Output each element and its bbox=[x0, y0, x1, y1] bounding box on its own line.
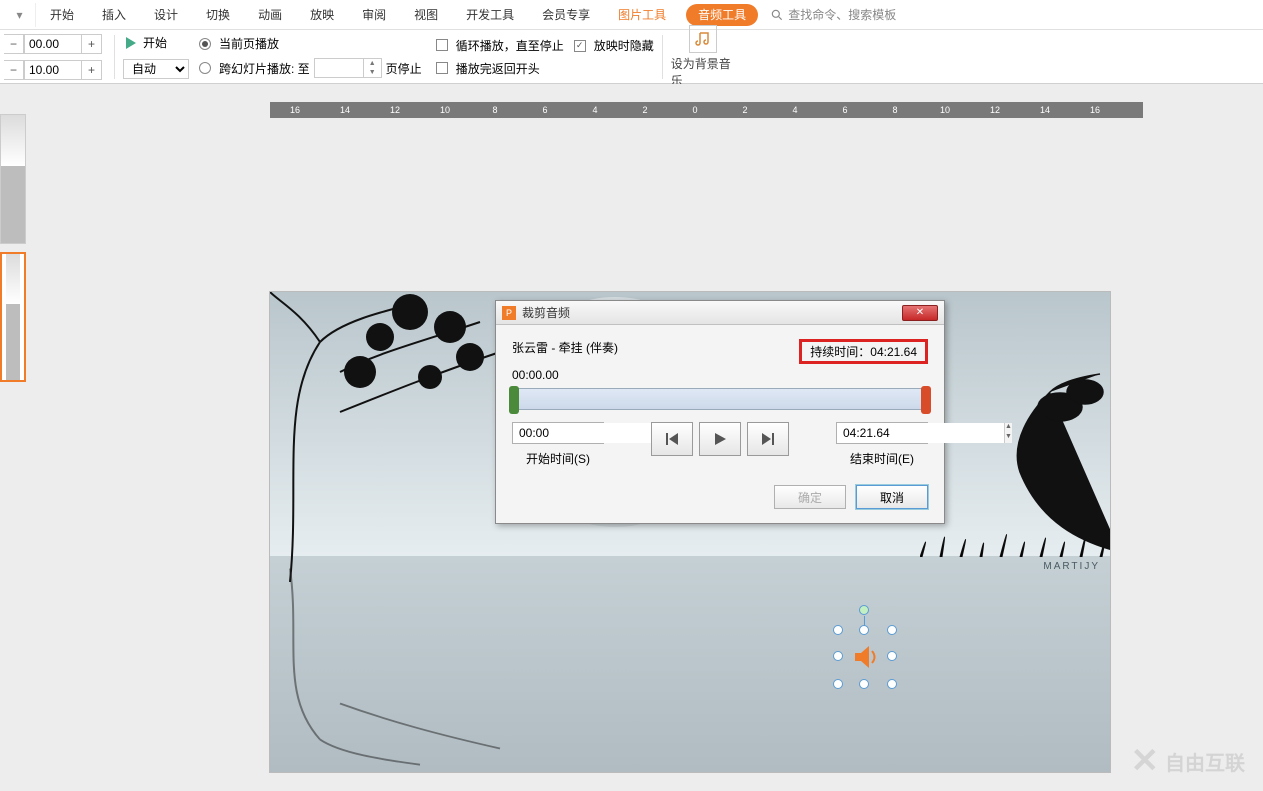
opt-current-page[interactable]: 当前页播放 bbox=[199, 35, 422, 52]
slide-thumbnails bbox=[0, 84, 30, 791]
rotate-handle[interactable] bbox=[859, 605, 869, 615]
fade-out-spinner[interactable]: −+ bbox=[4, 60, 102, 80]
play-start-button[interactable]: 开始 bbox=[123, 34, 189, 51]
dialog-title: 裁剪音频 bbox=[522, 304, 902, 321]
tab-review[interactable]: 审阅 bbox=[348, 0, 400, 30]
end-time-input[interactable]: ▲▼ bbox=[836, 422, 928, 444]
thumb-2[interactable] bbox=[0, 252, 26, 382]
music-note-icon bbox=[689, 25, 717, 53]
track-name: 张云雷 - 牵挂 (伴奏) bbox=[512, 339, 618, 364]
resize-handle[interactable] bbox=[887, 679, 897, 689]
tab-slideshow[interactable]: 放映 bbox=[296, 0, 348, 30]
end-time-label: 结束时间(E) bbox=[850, 450, 914, 467]
tab-view[interactable]: 视图 bbox=[400, 0, 452, 30]
start-time-label: 开始时间(S) bbox=[526, 450, 590, 467]
chk-hide[interactable]: ✓放映时隐藏 bbox=[574, 37, 654, 54]
prev-frame-button[interactable] bbox=[651, 422, 693, 456]
tab-insert[interactable]: 插入 bbox=[88, 0, 140, 30]
watermark-icon: ✕ bbox=[1131, 741, 1160, 781]
cancel-button[interactable]: 取消 bbox=[856, 485, 928, 509]
tree-reflection bbox=[270, 569, 520, 773]
close-button[interactable]: ✕ bbox=[902, 305, 938, 321]
start-time-input[interactable]: ▲▼ bbox=[512, 422, 604, 444]
resize-handle[interactable] bbox=[833, 651, 843, 661]
speaker-icon bbox=[849, 641, 881, 673]
tab-start[interactable]: 开始 bbox=[36, 0, 88, 30]
play-button[interactable] bbox=[699, 422, 741, 456]
ok-button[interactable]: 确定 bbox=[774, 485, 846, 509]
slide-watermark: MARTIJY bbox=[1043, 561, 1100, 572]
tree-right bbox=[920, 372, 1110, 572]
page-watermark: ✕ 自由互联 bbox=[1131, 741, 1246, 781]
audio-timeline[interactable] bbox=[512, 388, 928, 410]
set-bg-music-button[interactable]: 设为背景音乐 bbox=[671, 25, 735, 89]
tab-dev[interactable]: 开发工具 bbox=[452, 0, 528, 30]
dialog-titlebar[interactable]: P 裁剪音频 ✕ bbox=[496, 301, 944, 325]
fade-in-spinner[interactable]: −+ bbox=[4, 34, 102, 54]
search-icon bbox=[770, 8, 784, 22]
current-position: 00:00.00 bbox=[512, 368, 928, 382]
menu-bar: ▾ 开始 插入 设计 切换 动画 放映 审阅 视图 开发工具 会员专享 图片工具… bbox=[0, 0, 1263, 30]
tab-design[interactable]: 设计 bbox=[140, 0, 192, 30]
app-menu-dropdown[interactable]: ▾ bbox=[4, 3, 36, 27]
tab-transition[interactable]: 切换 bbox=[192, 0, 244, 30]
play-mode-select[interactable]: 自动 bbox=[123, 59, 189, 79]
resize-handle[interactable] bbox=[859, 679, 869, 689]
cross-slide-count[interactable]: ▲▼ bbox=[314, 58, 382, 78]
duration-label: 持续时间：04:21.64 bbox=[799, 339, 928, 364]
trim-start-handle[interactable] bbox=[509, 386, 519, 414]
tab-audio-tools[interactable]: 音频工具 bbox=[686, 4, 758, 26]
search-placeholder: 查找命令、搜索模板 bbox=[788, 6, 896, 23]
opt-cross-slide[interactable]: 跨幻灯片播放: 至 ▲▼ 页停止 bbox=[199, 58, 422, 78]
tab-vip[interactable]: 会员专享 bbox=[528, 0, 604, 30]
tree-left bbox=[270, 292, 520, 582]
app-logo-icon: P bbox=[502, 306, 516, 320]
resize-handle[interactable] bbox=[887, 625, 897, 635]
chk-return[interactable]: 播放完返回开头 bbox=[436, 60, 564, 77]
thumb-1[interactable] bbox=[0, 114, 26, 244]
audio-object[interactable] bbox=[835, 627, 895, 687]
trim-audio-dialog: P 裁剪音频 ✕ 张云雷 - 牵挂 (伴奏) 持续时间：04:21.64 00:… bbox=[495, 300, 945, 524]
tab-picture-tools[interactable]: 图片工具 bbox=[604, 0, 680, 30]
resize-handle[interactable] bbox=[887, 651, 897, 661]
horizontal-ruler: 1614121086420246810121416 bbox=[270, 102, 1143, 118]
resize-handle[interactable] bbox=[833, 679, 843, 689]
global-search[interactable]: 查找命令、搜索模板 bbox=[770, 6, 896, 23]
resize-handle[interactable] bbox=[833, 625, 843, 635]
resize-handle[interactable] bbox=[859, 625, 869, 635]
tab-animation[interactable]: 动画 bbox=[244, 0, 296, 30]
chk-loop[interactable]: 循环播放，直至停止 bbox=[436, 37, 564, 54]
trim-end-handle[interactable] bbox=[921, 386, 931, 414]
play-icon bbox=[123, 35, 139, 51]
next-frame-button[interactable] bbox=[747, 422, 789, 456]
ribbon: −+ −+ 开始 自动 当前页播放 跨幻灯片播放: 至 ▲▼ 页停止 循环播放，… bbox=[0, 30, 1263, 84]
